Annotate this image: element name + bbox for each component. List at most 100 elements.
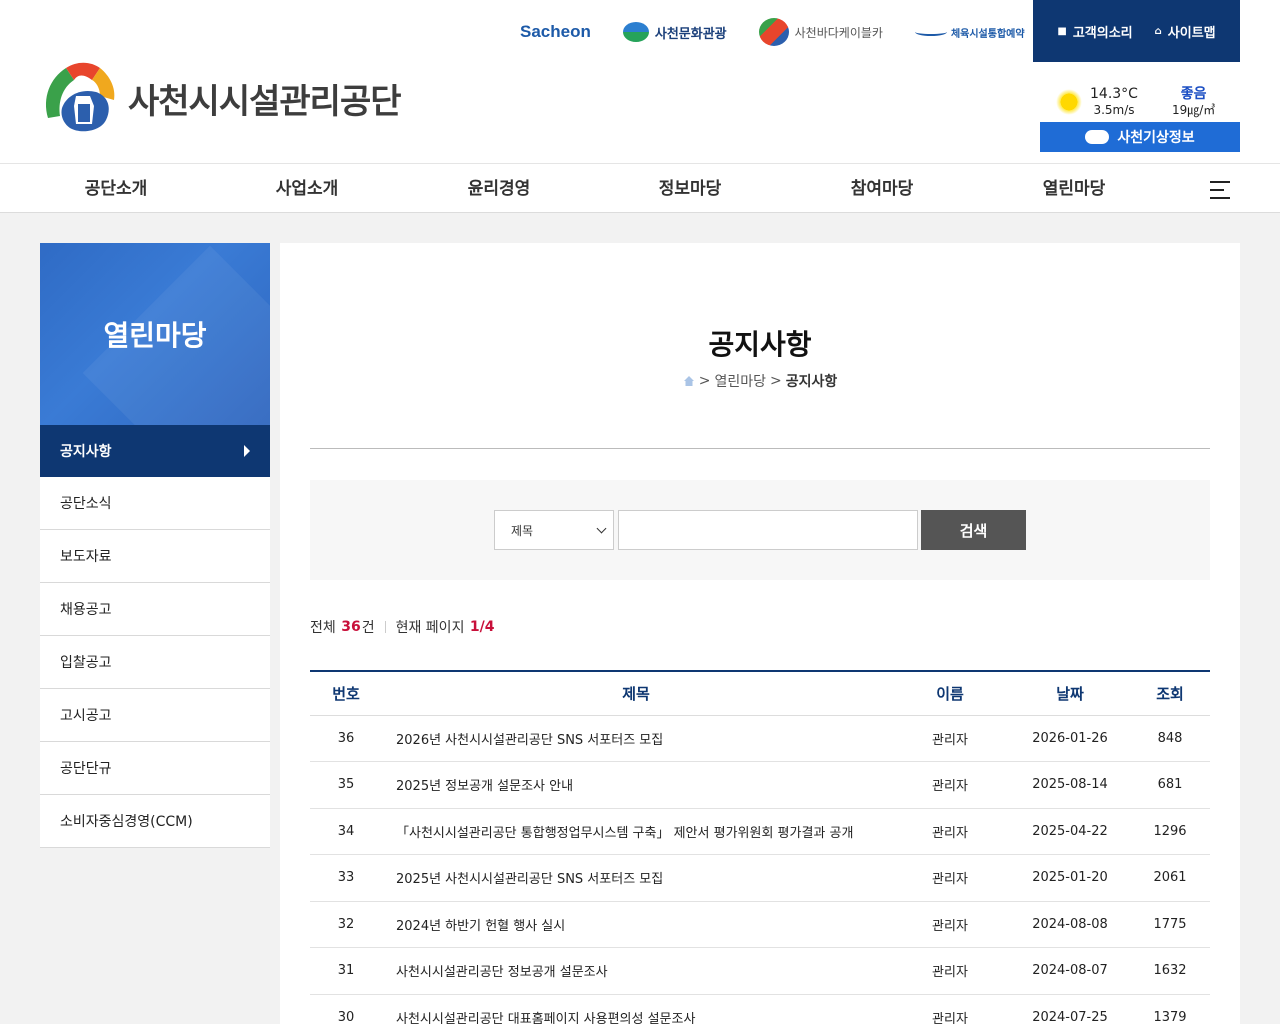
gnb-item-participation[interactable]: 참여마당	[851, 164, 914, 214]
wave-icon	[914, 28, 947, 36]
cell-date: 2026-01-26	[1010, 715, 1130, 762]
site-logo[interactable]: 사천시시설관리공단	[40, 60, 402, 136]
cell-title-link[interactable]: 2024년 하반기 헌혈 행사 실시	[382, 901, 890, 948]
column-header-name: 이름	[890, 670, 1010, 716]
family-link-cable-car[interactable]: 사천바다케이블카	[758, 18, 883, 46]
weather-info-label: 사천기상정보	[1117, 130, 1195, 146]
weather-widget: 14.3°C 3.5m/s 좋음 19㎍/㎥ 사천기상정보	[1040, 84, 1240, 152]
sun-icon	[1056, 89, 1082, 115]
breadcrumb-separator: >	[698, 373, 711, 389]
cell-views: 681	[1130, 761, 1210, 809]
sitemap-link[interactable]: ⌂ 사이트맵	[1155, 22, 1216, 41]
search-button[interactable]: 검색	[921, 510, 1026, 550]
gnb-item-ethics[interactable]: 윤리경영	[468, 164, 531, 214]
total-count: 36	[341, 619, 361, 635]
cell-title-link[interactable]: 2025년 정보공개 설문조사 안내	[382, 761, 890, 809]
home-icon[interactable]	[683, 375, 695, 387]
site-header: 사천시시설관리공단 Sacheon 사천문화관광 사천바다케이블카 체육시설통합…	[0, 0, 1280, 163]
table-row[interactable]: 30 사천시시설관리공단 대표홈페이지 사용편의성 설문조사 관리자 2024-…	[310, 994, 1210, 1024]
table-row[interactable]: 36 2026년 사천시시설관리공단 SNS 서포터즈 모집 관리자 2026-…	[310, 715, 1210, 762]
cell-date: 2025-04-22	[1010, 808, 1130, 855]
table-row[interactable]: 34 「사천시시설관리공단 통합행정업무시스템 구축」 제안서 평가위원회 평가…	[310, 808, 1210, 855]
cell-name: 관리자	[890, 994, 1010, 1024]
family-link-sports-booking[interactable]: 체육시설통합예약	[914, 25, 1025, 40]
search-box: 제목 검색	[310, 480, 1210, 580]
document-icon: ■	[1057, 25, 1067, 37]
org-name: 사천시시설관리공단	[128, 81, 402, 122]
sidebar-item-label: 보도자료	[60, 549, 112, 565]
cell-number: 31	[310, 947, 382, 995]
gnb-item-about[interactable]: 공단소개	[85, 164, 148, 214]
sidebar-item-news[interactable]: 공단소식	[40, 477, 270, 530]
search-input[interactable]	[618, 510, 918, 550]
family-link-sacheon[interactable]: Sacheon	[520, 22, 591, 42]
caret-right-icon	[244, 445, 250, 457]
cell-title-link[interactable]: 사천시시설관리공단 정보공개 설문조사	[382, 947, 890, 995]
breadcrumb-parent[interactable]: 열린마당	[714, 371, 766, 391]
chevron-down-icon	[596, 523, 607, 534]
family-link-culture-tour[interactable]: 사천문화관광	[622, 22, 727, 42]
cable-car-icon	[758, 18, 789, 46]
cell-number: 32	[310, 901, 382, 948]
cell-views: 1632	[1130, 947, 1210, 995]
table-row[interactable]: 35 2025년 정보공개 설문조사 안내 관리자 2025-08-14 681	[310, 761, 1210, 809]
gnb-item-open[interactable]: 열린마당	[1043, 164, 1106, 214]
column-header-date: 날짜	[1010, 670, 1130, 716]
cell-name: 관리자	[890, 715, 1010, 762]
cell-number: 30	[310, 994, 382, 1024]
cell-date: 2025-01-20	[1010, 854, 1130, 902]
sidebar-item-notice[interactable]: 공지사항	[40, 425, 270, 477]
cell-views: 1775	[1130, 901, 1210, 948]
sidebar-item-label: 입찰공고	[60, 655, 112, 671]
family-link-label: Sacheon	[520, 22, 591, 41]
table-row[interactable]: 31 사천시시설관리공단 정보공개 설문조사 관리자 2024-08-07 16…	[310, 947, 1210, 995]
column-header-views: 조회	[1130, 670, 1210, 716]
sidebar-header: 열린마당	[40, 243, 270, 425]
cell-name: 관리자	[890, 901, 1010, 948]
cell-title-link[interactable]: 「사천시시설관리공단 통합행정업무시스템 구축」 제안서 평가위원회 평가결과 …	[382, 808, 890, 855]
cell-date: 2025-08-14	[1010, 761, 1130, 809]
cell-title-link[interactable]: 2026년 사천시시설관리공단 SNS 서포터즈 모집	[382, 715, 890, 762]
table-row[interactable]: 32 2024년 하반기 헌혈 행사 실시 관리자 2024-08-08 177…	[310, 901, 1210, 948]
cell-views: 1296	[1130, 808, 1210, 855]
sidebar-item-regulations[interactable]: 공단단규	[40, 742, 270, 795]
gnb-item-business[interactable]: 사업소개	[276, 164, 339, 214]
sidebar-item-recruit[interactable]: 채용공고	[40, 583, 270, 636]
cell-views: 1379	[1130, 994, 1210, 1024]
search-field-select[interactable]: 제목	[494, 510, 614, 550]
customer-voice-link[interactable]: ■ 고객의소리	[1057, 22, 1132, 41]
cell-name: 관리자	[890, 761, 1010, 809]
page-title: 공지사항	[708, 328, 812, 361]
culture-tour-icon	[622, 22, 649, 42]
family-link-label: 체육시설통합예약	[950, 28, 1025, 40]
air-quality-grade: 좋음	[1180, 86, 1207, 102]
customer-voice-label: 고객의소리	[1072, 25, 1133, 41]
sidebar-item-press[interactable]: 보도자료	[40, 530, 270, 583]
main-content: 공지사항 > 열린마당 > 공지사항 제목 검색 전체 36 건 현재 페이지 1…	[280, 243, 1240, 1024]
air-quality-value: 19㎍/㎥	[1171, 103, 1216, 117]
family-link-label: 사천바다케이블카	[794, 25, 883, 40]
sidebar-item-public-notice[interactable]: 고시공고	[40, 689, 270, 742]
sidebar-item-label: 공단단규	[60, 761, 112, 777]
sidebar-item-bid[interactable]: 입찰공고	[40, 636, 270, 689]
cell-number: 36	[310, 715, 382, 762]
divider	[384, 621, 386, 633]
cell-title-link[interactable]: 2025년 사천시시설관리공단 SNS 서포터즈 모집	[382, 854, 890, 902]
divider	[310, 448, 1210, 449]
sidebar-item-ccm[interactable]: 소비자중심경영(CCM)	[40, 795, 270, 848]
gnb-item-info[interactable]: 정보마당	[659, 164, 722, 214]
breadcrumb-current: 공지사항	[785, 374, 838, 390]
weather-info-button[interactable]: 사천기상정보	[1040, 122, 1240, 152]
cell-name: 관리자	[890, 947, 1010, 995]
table-row[interactable]: 33 2025년 사천시시설관리공단 SNS 서포터즈 모집 관리자 2025-…	[310, 854, 1210, 902]
current-page: 1/4	[469, 619, 495, 635]
cell-name: 관리자	[890, 808, 1010, 855]
sitemap-label: 사이트맵	[1167, 25, 1216, 41]
logo-emblem-icon	[40, 60, 120, 136]
cell-date: 2024-08-07	[1010, 947, 1130, 995]
cell-title-link[interactable]: 사천시시설관리공단 대표홈페이지 사용편의성 설문조사	[382, 994, 890, 1024]
sidebar-menu: 공지사항 공단소식 보도자료 채용공고 입찰공고 고시공고 공단단규 소비자중심…	[40, 425, 270, 848]
menu-icon[interactable]	[1210, 181, 1230, 199]
cell-date: 2024-07-25	[1010, 994, 1130, 1024]
sidebar-item-label: 공지사항	[60, 444, 112, 460]
